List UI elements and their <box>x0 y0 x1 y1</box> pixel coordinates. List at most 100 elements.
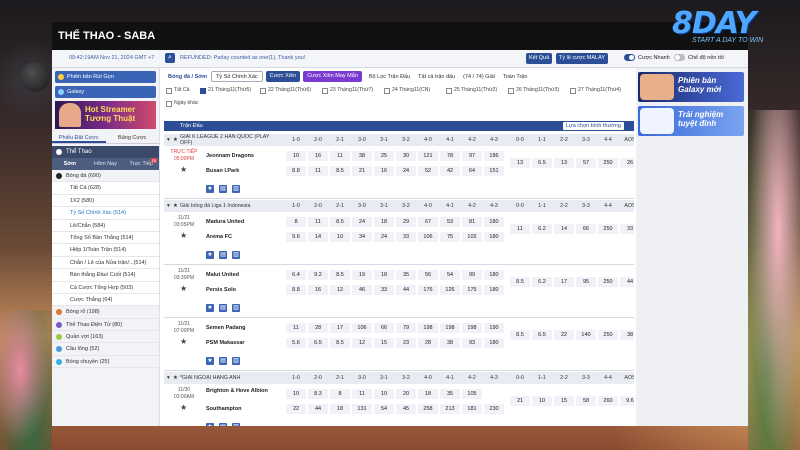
date-filter-option[interactable]: Tất Cả <box>166 85 190 96</box>
chart-icon[interactable]: ▥ <box>232 251 240 259</box>
odds-cell[interactable]: 105 <box>462 389 482 399</box>
date-filter-option[interactable]: 22 Tháng11(Thứ6) <box>260 85 311 96</box>
date-filter-option[interactable]: Ngày khác <box>166 98 199 109</box>
odds-cell[interactable]: 198 <box>418 323 438 333</box>
league-header[interactable]: ▾ ★ *GIẢI NGOẠI HẠNG ANH 1-0 2-0 2-1 3-0 3-1 3-2… <box>164 372 634 384</box>
favorite-star-icon[interactable]: ★ <box>180 232 188 240</box>
odds-cell[interactable]: 121 <box>418 151 438 161</box>
galaxy-new-banner[interactable]: Phiên bản Galaxy mới <box>638 72 744 102</box>
date-filter-option[interactable]: 24 Tháng11(CN) <box>384 85 430 96</box>
odds-cell[interactable]: 24 <box>374 232 394 242</box>
sport-list-item[interactable]: Lẻ/Chẵn (584) <box>52 219 159 232</box>
odds-cell[interactable]: 45 <box>396 404 416 414</box>
sport-list-item[interactable]: Cá Cược Tổng Hợp (503) <box>52 281 159 294</box>
odds-cell[interactable]: 30 <box>396 151 416 161</box>
favorite-icon[interactable]: ★ <box>206 423 214 426</box>
odds-cell[interactable]: 106 <box>418 232 438 242</box>
odds-cell[interactable]: 180 <box>484 217 504 227</box>
odds-cell[interactable]: 12 <box>330 285 350 295</box>
odds-cell[interactable]: 250 <box>598 277 618 287</box>
odds-cell[interactable]: 78 <box>440 151 460 161</box>
tab-early[interactable]: Sớm <box>52 158 88 170</box>
odds-cell[interactable]: 81 <box>462 217 482 227</box>
odds-cell[interactable]: 11 <box>308 166 328 176</box>
result-button[interactable]: Kết Quả <box>526 53 553 64</box>
odds-cell[interactable]: 176 <box>418 285 438 295</box>
odds-cell[interactable]: 20 <box>396 389 416 399</box>
odds-cell[interactable]: 8.5 <box>330 338 350 348</box>
odds-cell[interactable]: 6.4 <box>286 270 306 280</box>
period-select[interactable]: Toàn Trận <box>499 74 531 80</box>
odds-cell[interactable]: 18 <box>330 404 350 414</box>
odds-cell[interactable]: 16 <box>374 166 394 176</box>
odds-cell[interactable]: 15 <box>374 338 394 348</box>
odds-cell[interactable]: 151 <box>484 166 504 176</box>
odds-cell[interactable]: 186 <box>484 151 504 161</box>
odds-cell[interactable]: 28 <box>308 323 328 333</box>
odds-cell[interactable]: 10 <box>374 389 394 399</box>
sport-list-item[interactable]: Bóng chuyền (25) <box>52 356 159 369</box>
stats-icon[interactable]: ▤ <box>219 185 227 193</box>
date-filter-option[interactable]: 27 Tháng11(Thứ4) <box>570 85 621 96</box>
odds-cell[interactable]: 6.2 <box>532 277 552 287</box>
checkbox-icon[interactable] <box>166 101 172 107</box>
odds-cell[interactable]: 22 <box>286 404 306 414</box>
date-filter-option[interactable]: 26 Tháng11(Thứ3) <box>508 85 559 96</box>
odds-cell[interactable]: 140 <box>576 330 596 340</box>
chart-icon[interactable]: ▥ <box>232 357 240 365</box>
favorite-icon[interactable]: ★ <box>206 185 214 193</box>
odds-type-select[interactable]: Tỷ lệ cược MALAY <box>556 53 609 64</box>
parlay-button[interactable]: Cược Xiên <box>265 71 301 82</box>
odds-cell[interactable]: 14 <box>554 224 574 234</box>
chart-icon[interactable]: ▥ <box>232 423 240 426</box>
odds-cell[interactable]: 22 <box>554 330 574 340</box>
odds-cell[interactable]: 10 <box>532 396 552 406</box>
odds-cell[interactable]: 11 <box>308 217 328 227</box>
sport-list-item[interactable]: Tất Cả (628) <box>52 182 159 195</box>
odds-cell[interactable]: 34 <box>352 232 372 242</box>
odds-cell[interactable]: 35 <box>440 389 460 399</box>
checkbox-icon[interactable] <box>200 88 206 94</box>
odds-cell[interactable]: 250 <box>598 224 618 234</box>
favorite-league-icon[interactable]: ★ <box>173 372 178 384</box>
odds-cell[interactable]: 126 <box>440 285 460 295</box>
odds-cell[interactable]: 66 <box>374 323 394 333</box>
odds-cell[interactable]: 19 <box>352 270 372 280</box>
sport-list-item[interactable]: Bàn thắng Đầu/ Cuối (514) <box>52 269 159 282</box>
odds-cell[interactable]: 180 <box>484 270 504 280</box>
odds-cell[interactable]: 38 <box>352 151 372 161</box>
odds-cell[interactable]: 67 <box>418 217 438 227</box>
odds-cell[interactable]: 180 <box>484 285 504 295</box>
odds-cell[interactable]: 18 <box>418 389 438 399</box>
favorite-icon[interactable]: ★ <box>206 251 214 259</box>
stats-icon[interactable]: ▤ <box>219 357 227 365</box>
sport-list-item[interactable]: Thể Thao Điện Tử (80) <box>52 319 159 332</box>
odds-cell[interactable]: 29 <box>396 217 416 227</box>
odds-cell[interactable]: 18 <box>374 270 394 280</box>
odds-cell[interactable]: 93 <box>462 338 482 348</box>
odds-cell[interactable]: 6.5 <box>532 158 552 168</box>
stats-icon[interactable]: ▤ <box>219 423 227 426</box>
lucky-parlay-button[interactable]: Cược Xiên May Mắn <box>303 71 362 82</box>
odds-cell[interactable]: 8.5 <box>330 270 350 280</box>
odds-cell[interactable]: 11 <box>330 151 350 161</box>
odds-cell[interactable]: 9.2 <box>308 270 328 280</box>
sport-list-item[interactable]: Tỷ Số Chính Xác (514) <box>52 207 159 220</box>
odds-cell[interactable]: 11 <box>352 389 372 399</box>
galaxy-button[interactable]: Galaxy <box>55 86 156 98</box>
odds-cell[interactable]: 8.3 <box>308 389 328 399</box>
odds-cell[interactable]: 33 <box>374 285 394 295</box>
odds-cell[interactable]: 250 <box>598 158 618 168</box>
league-header[interactable]: ▾ ★ Giải bóng đá Liga 1 Indonesia 1-0 2-0 2-1… <box>164 200 634 212</box>
odds-cell[interactable]: 25 <box>374 151 394 161</box>
tab-bet-slip[interactable]: Phiếu Đặt Cược <box>52 132 106 143</box>
stats-icon[interactable]: ▤ <box>219 251 227 259</box>
odds-cell[interactable]: 230 <box>484 404 504 414</box>
odds-cell[interactable]: 56 <box>418 270 438 280</box>
favorite-star-icon[interactable]: ★ <box>180 404 188 412</box>
sport-list-item[interactable]: Hiệp 1/Toàn Trận (514) <box>52 244 159 257</box>
odds-cell[interactable]: 13 <box>554 158 574 168</box>
market-select[interactable]: Tỷ Số Chính Xác <box>211 71 263 82</box>
odds-cell[interactable]: 44 <box>396 285 416 295</box>
checkbox-icon[interactable] <box>322 88 328 94</box>
